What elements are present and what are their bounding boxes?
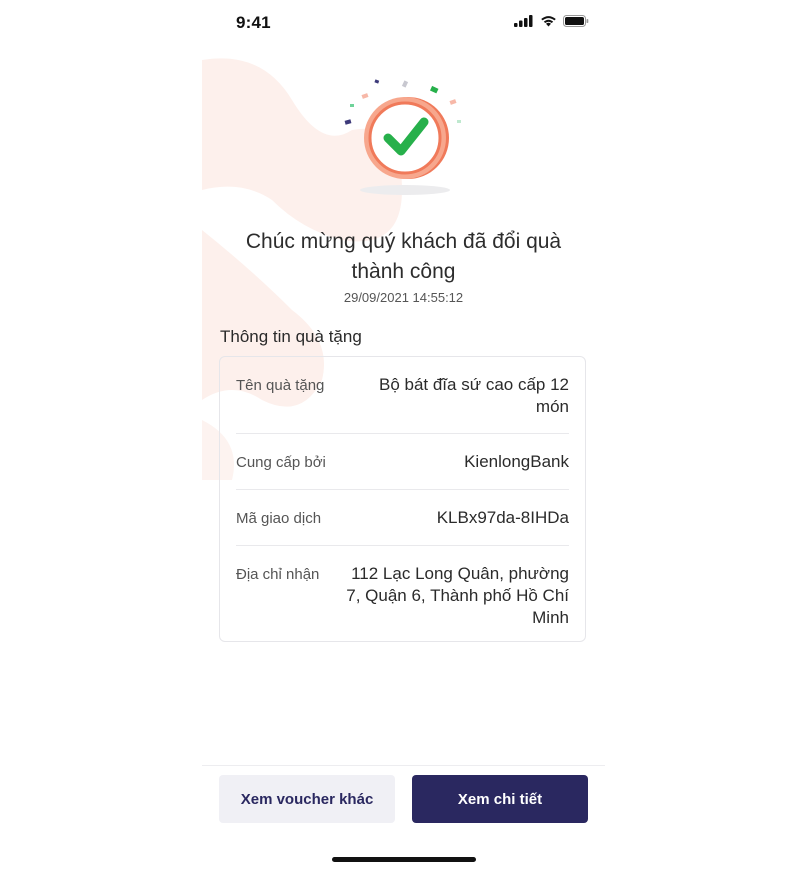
transaction-code-value: KLBx97da-8IHDa [436, 508, 569, 527]
provider-label: Cung cấp bởi [236, 454, 326, 471]
transaction-timestamp: 29/09/2021 14:55:12 [343, 290, 464, 305]
gift-name-value: Bộ bát đĩa sứ cao cấp 12 món [378, 375, 569, 416]
status-icons [514, 15, 589, 27]
gift-info-heading: Thông tin quà tặng [220, 327, 362, 346]
view-other-vouchers-button[interactable]: Xem voucher khác [219, 775, 395, 823]
success-check-icon [344, 79, 461, 195]
cellular-signal-icon [514, 15, 533, 27]
provider-value: KienlongBank [464, 452, 569, 471]
bottom-divider [202, 765, 605, 766]
transaction-code-label: Mã giao dịch [236, 510, 322, 527]
app-screen: 9:41 Chúc mừng quý khách đã đổi quà thàn… [202, 0, 605, 896]
info-row-address: Địa chỉ nhận 112 Lạc Long Quân, phường 7… [236, 546, 569, 642]
gift-info-card: Tên quà tặng Bộ bát đĩa sứ cao cấp 12 mó… [219, 356, 586, 642]
wifi-icon [541, 16, 556, 27]
status-bar: 9:41 [202, 0, 605, 48]
info-row-transaction-code: Mã giao dịch KLBx97da-8IHDa [236, 490, 569, 546]
gift-name-label: Tên quà tặng [236, 377, 325, 394]
view-details-button[interactable]: Xem chi tiết [412, 775, 588, 823]
home-indicator[interactable] [332, 857, 476, 862]
info-row-provider: Cung cấp bởi KienlongBank [236, 434, 569, 490]
address-value: 112 Lạc Long Quân, phường 7, Quận 6, Thà… [346, 564, 569, 627]
info-row-gift-name: Tên quà tặng Bộ bát đĩa sứ cao cấp 12 mó… [236, 357, 569, 434]
address-label: Địa chỉ nhận [236, 566, 320, 583]
status-time: 9:41 [236, 13, 271, 32]
battery-icon [563, 15, 589, 27]
success-title: Chúc mừng quý khách đã đổi quà thành côn… [245, 230, 562, 283]
